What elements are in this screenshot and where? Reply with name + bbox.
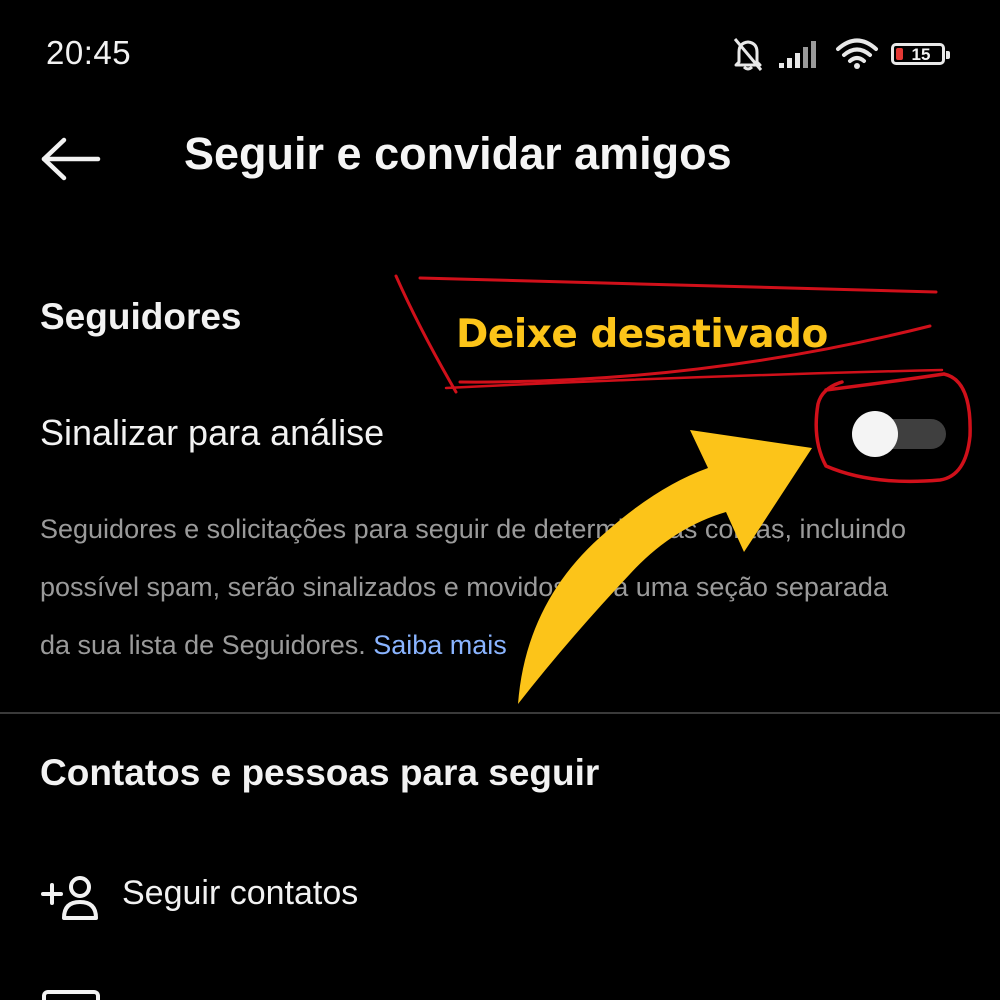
wifi-icon [836, 38, 878, 69]
page-title: Seguir e convidar amigos [184, 128, 732, 179]
annotation-text-outline [418, 276, 938, 294]
follow-contacts-label[interactable]: Seguir contatos [122, 874, 358, 913]
battery-level: 15 [911, 44, 931, 64]
flag-for-review-toggle[interactable] [852, 411, 948, 457]
arrow-left-icon[interactable] [40, 136, 102, 182]
bell-off-icon [733, 38, 763, 71]
status-time: 20:45 [46, 34, 132, 71]
next-item-icon [42, 990, 100, 1000]
learn-more-link[interactable]: Saiba mais [373, 630, 507, 660]
signal-icon [779, 41, 816, 68]
section-title-followers: Seguidores [40, 296, 242, 337]
battery-icon: 15 [891, 43, 950, 65]
add-person-icon[interactable] [40, 874, 102, 922]
followers-description: Seguidores e solicitações para seguir de… [40, 500, 920, 674]
section-title-contacts: Contatos e pessoas para seguir [40, 752, 600, 793]
flag-for-review-label: Sinalizar para análise [40, 412, 385, 453]
section-divider [0, 712, 1000, 714]
status-icons: 15 [731, 34, 950, 74]
annotation-text: Deixe desativado [456, 312, 828, 357]
toggle-knob [852, 411, 898, 457]
